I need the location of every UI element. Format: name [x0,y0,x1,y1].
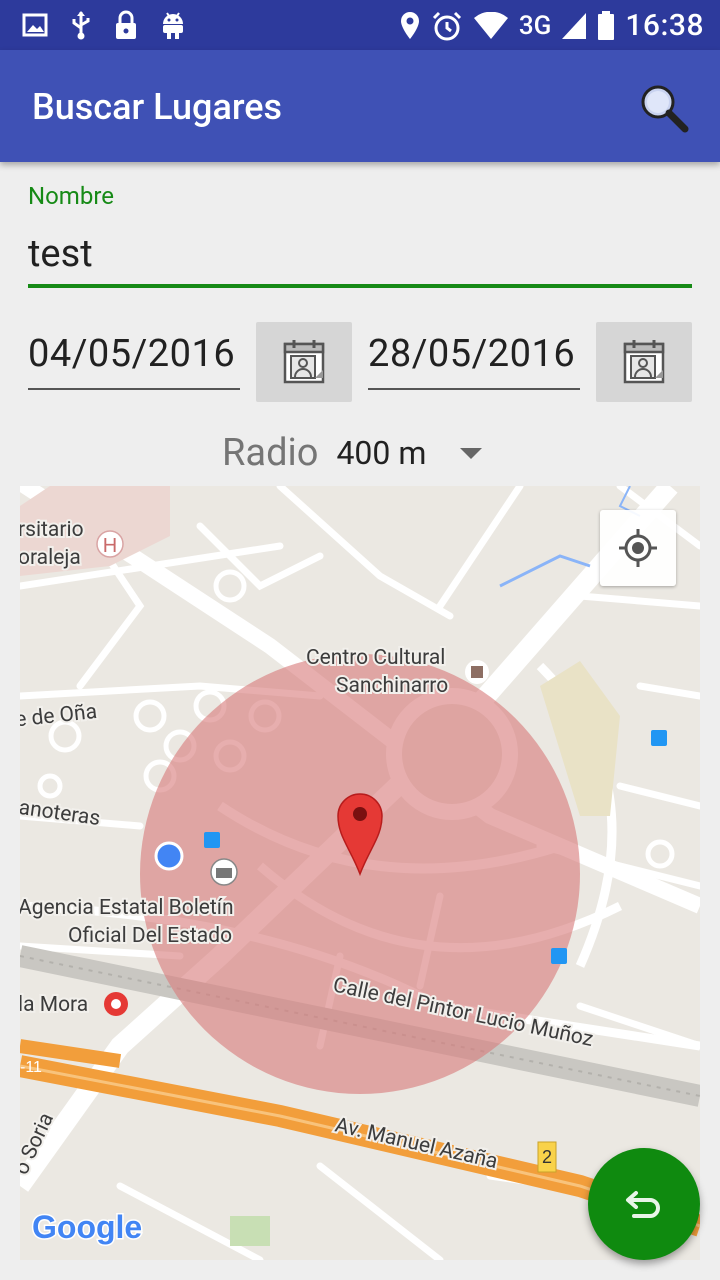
app-bar: Buscar Lugares [0,50,720,162]
network-type: 3G [518,10,552,41]
location-icon [400,11,419,39]
google-logo: Google [32,1209,142,1245]
battery-icon [598,10,615,40]
image-notification-icon [22,13,48,37]
name-field-underline [28,284,692,288]
wifi-icon [473,11,508,39]
hospital-icon: H [103,535,117,557]
map-canvas[interactable]: H 2 rsitario oraleja e de Oña anoteras C… [20,486,700,1260]
road-number: 2 [542,1147,552,1167]
radius-selector[interactable]: Radio 400 m [222,428,483,478]
current-location-dot [154,841,184,871]
name-field-label: Nombre [28,182,114,210]
radius-value[interactable]: 400 m [336,434,426,472]
map-label-agencia: Agencia Estatal Boletín [20,896,234,920]
search-icon [641,85,689,133]
name-field[interactable]: test [28,232,93,276]
status-bar: 3G 16:38 [0,0,720,50]
page-title: Buscar Lugares [32,86,283,128]
map-label-sanchinarro: Sanchinarro [336,674,448,698]
dropdown-arrow-icon[interactable] [460,447,483,459]
return-arrow-icon [626,1191,660,1218]
lock-icon [116,10,136,39]
start-date-field[interactable]: 04/05/2016 [28,332,240,390]
usb-icon [72,11,90,40]
calendar-icon [623,340,665,384]
map-label-moraleja: oraleja [20,546,81,570]
map-label-de-ona: e de Oña [20,700,98,732]
alarm-icon [432,11,461,40]
back-fab-button[interactable] [588,1148,700,1260]
map-label-la-mora: la Mora [20,993,88,1017]
end-date-field[interactable]: 28/05/2016 [368,332,580,390]
map-label-universitario: rsitario [20,518,84,542]
map-label-anoteras: anoteras [20,796,102,831]
map-label-centro-cultural: Centro Cultural [306,646,445,670]
map-view[interactable]: H 2 rsitario oraleja e de Oña anoteras C… [20,486,700,1260]
android-icon [163,12,183,39]
calendar-icon [283,340,325,384]
end-date-calendar-button[interactable] [596,322,692,402]
radius-label: Radio [222,431,319,475]
map-label-oficial: Oficial Del Estado [68,924,232,948]
my-location-icon [619,529,657,567]
map-label-m11: -11 [20,1059,42,1076]
clock: 16:38 [625,8,704,43]
start-date-calendar-button[interactable] [256,322,352,402]
search-button[interactable] [636,80,692,136]
my-location-button[interactable] [600,510,676,586]
signal-icon [562,12,587,39]
